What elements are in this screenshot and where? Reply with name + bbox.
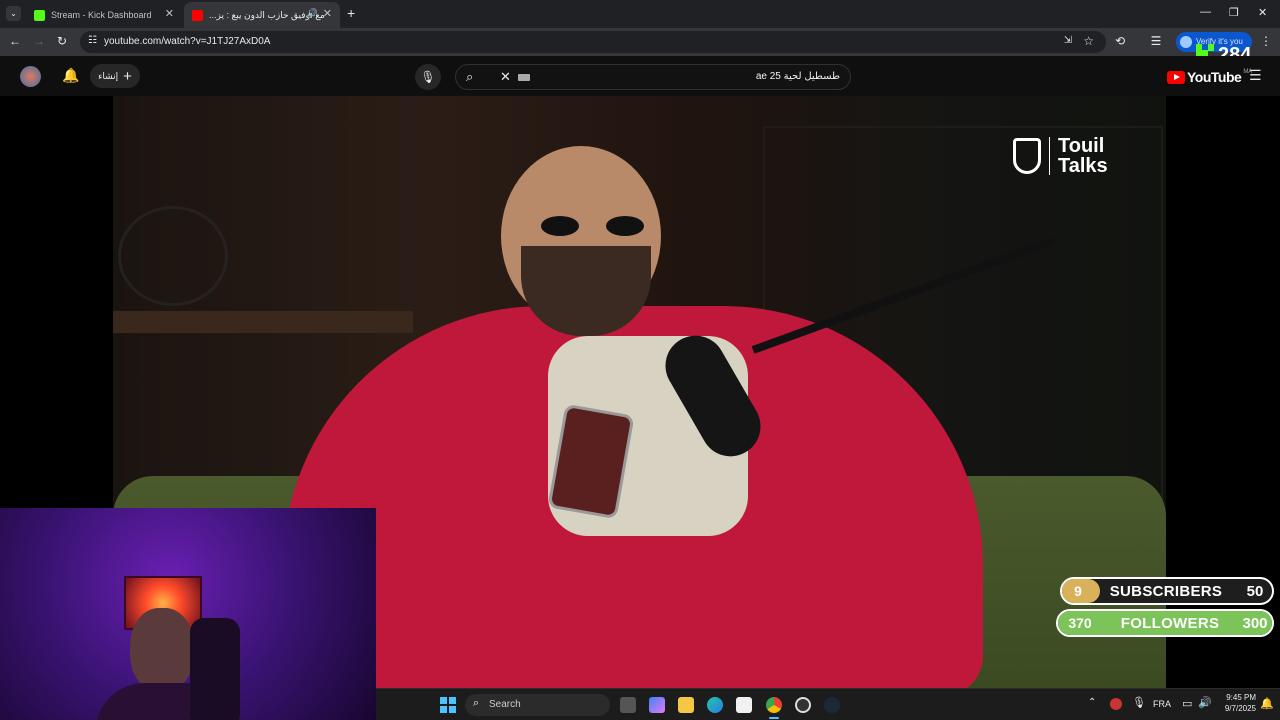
streamer-head (130, 608, 194, 692)
clock-date: 9/7/2025 (1224, 704, 1256, 713)
watermark-line-1: Touil (1058, 135, 1105, 157)
keyboard-icon[interactable] (518, 74, 530, 81)
search-box[interactable]: ⌕ ✕ طسطيل لحية 25 ae (455, 64, 851, 90)
microphone-icon[interactable]: 🎙 (1132, 696, 1146, 709)
guide-menu-icon[interactable]: ☰ (1249, 67, 1262, 84)
windows-taskbar: ⌕ Search ⌃ 🎙 FRA ▭ 🔊 9:45 PM 9/7/2025 🔔 (376, 688, 1280, 720)
subscribers-goal-bar: 9 SUBSCRIBERS 50 (1060, 577, 1274, 605)
voice-search-button[interactable]: 🎙 (415, 64, 441, 90)
address-bar[interactable]: ☷ youtube.com/watch?v=J1TJ27AxD0A ⇲ ☆ (80, 31, 1106, 53)
youtube-play-icon (1167, 70, 1185, 84)
chrome-icon[interactable] (766, 697, 782, 713)
clock-time: 9:45 PM (1226, 693, 1256, 702)
youtube-header: 🔔 إنشاء + 🎙 ⌕ ✕ طسطيل لحية 25 ae YouTube… (0, 56, 1280, 96)
task-view-icon[interactable] (620, 697, 636, 713)
touil-talks-logo-icon (1013, 138, 1041, 174)
chrome-active-indicator (769, 717, 779, 719)
close-tab-icon[interactable]: ✕ (165, 7, 174, 20)
bicycle-decor (118, 206, 228, 306)
network-icon[interactable]: ▭ (1182, 697, 1192, 710)
search-icon: ⌕ (473, 697, 480, 709)
plus-icon: + (123, 67, 132, 85)
youtube-favicon-icon (192, 9, 203, 21)
bookmark-star-icon[interactable]: ☆ (1083, 34, 1094, 48)
tray-app-icon[interactable] (1110, 698, 1122, 710)
taskbar-search[interactable]: ⌕ Search (465, 694, 610, 716)
steam-icon[interactable] (824, 697, 840, 713)
close-tab-icon[interactable]: ✕ (323, 7, 332, 20)
profile-avatar (1180, 36, 1192, 48)
browser-toolbar: ← → ↻ ☷ youtube.com/watch?v=J1TJ27AxD0A … (0, 28, 1280, 56)
clock[interactable]: 9:45 PM 9/7/2025 (1216, 693, 1256, 713)
create-label: إنشاء (98, 70, 119, 81)
search-icon[interactable]: ⌕ (466, 69, 473, 85)
notifications-icon[interactable]: 🔔 (1260, 697, 1274, 710)
youtube-logo[interactable]: YouTube MA (1167, 69, 1252, 85)
subscribers-goal: 50 (1246, 582, 1264, 600)
copilot-icon[interactable] (649, 697, 665, 713)
notifications-bell-icon[interactable]: 🔔 (62, 67, 79, 84)
clear-search-icon[interactable]: ✕ (500, 69, 511, 85)
tab-title: Stream - Kick Dashboard (51, 10, 152, 20)
chrome-menu-icon[interactable]: ⋮ (1258, 34, 1274, 48)
create-button[interactable]: إنشاء + (90, 64, 140, 88)
close-window-icon[interactable]: ✕ (1258, 6, 1267, 19)
minimize-icon[interactable]: — (1200, 6, 1211, 18)
browser-tab-strip: ⌄ Stream - Kick Dashboard ✕ مع توفيق حاز… (0, 0, 1280, 28)
webcam-overlay (0, 508, 376, 720)
search-input[interactable]: طسطيل لحية 25 ae (756, 71, 840, 82)
forward-icon[interactable]: → (31, 34, 47, 48)
shelf (113, 311, 413, 333)
windows-start-icon[interactable] (440, 697, 456, 713)
reading-list-icon[interactable]: ☰ (1148, 34, 1164, 48)
edge-icon[interactable] (707, 697, 723, 713)
sunglasses (531, 216, 656, 238)
obs-icon[interactable] (795, 697, 811, 713)
install-app-icon[interactable]: ⇲ (1064, 35, 1072, 46)
site-info-icon[interactable]: ☷ (88, 35, 97, 46)
avatar[interactable] (20, 66, 41, 87)
tab-search-button[interactable]: ⌄ (6, 6, 21, 21)
kick-favicon-icon (34, 9, 45, 21)
tab-youtube-video[interactable]: مع توفيق حازب الدون يبع : يز... 🔊 ✕ (184, 2, 340, 28)
chevron-up-icon[interactable]: ⌃ (1088, 697, 1096, 708)
language-indicator[interactable]: FRA (1153, 699, 1171, 709)
watermark-line-2: Talks (1058, 155, 1108, 177)
restore-icon[interactable]: ❐ (1229, 6, 1239, 19)
file-explorer-icon[interactable] (678, 697, 694, 713)
reload-icon[interactable]: ↻ (54, 34, 70, 48)
followers-current: 370 (1068, 615, 1092, 631)
audio-playing-icon[interactable]: 🔊 (307, 8, 318, 19)
followers-goal-bar: 370 FOLLOWERS 300 (1056, 609, 1274, 637)
followers-goal: 300 (1242, 614, 1268, 632)
new-tab-button[interactable]: + (347, 5, 355, 21)
microsoft-store-icon[interactable] (736, 697, 752, 713)
history-icon[interactable]: ⟲ (1112, 34, 1128, 48)
url-text[interactable]: youtube.com/watch?v=J1TJ27AxD0A (104, 36, 270, 47)
gaming-chair (190, 618, 240, 720)
touil-talks-watermark: Touil Talks (1013, 136, 1108, 176)
back-icon[interactable]: ← (7, 34, 23, 48)
youtube-wordmark: YouTube (1187, 69, 1242, 85)
taskbar-search-label: Search (489, 699, 521, 710)
volume-icon[interactable]: 🔊 (1198, 696, 1212, 709)
subscribers-label: SUBSCRIBERS (1109, 582, 1223, 600)
tab-kick-dashboard[interactable]: Stream - Kick Dashboard ✕ (26, 2, 182, 28)
subscribers-current: 9 (1074, 583, 1082, 599)
followers-label: FOLLOWERS (1120, 614, 1220, 632)
